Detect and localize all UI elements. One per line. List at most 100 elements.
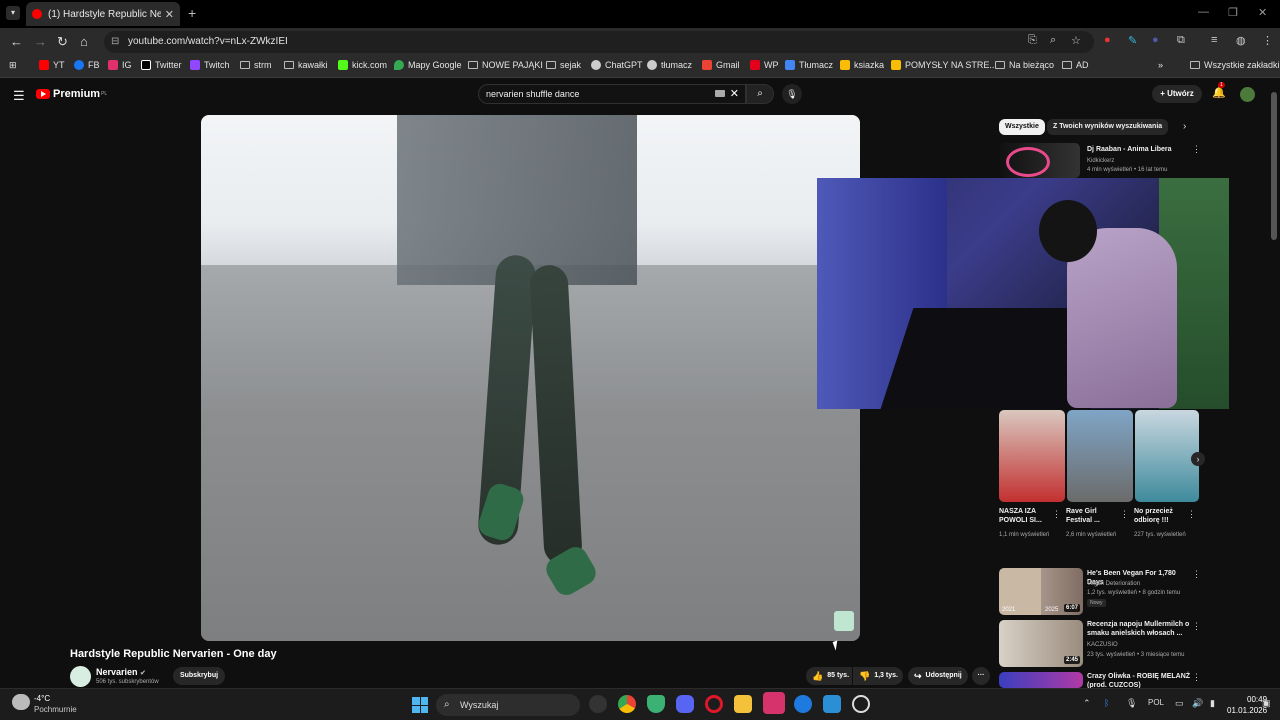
video-thumbnail[interactable]: 2:45 [999,620,1083,667]
microphone-icon[interactable]: 🎙 [1126,698,1137,709]
bookmark-strm[interactable]: strm [240,60,272,70]
youtube-premium-logo[interactable]: Premium PL [36,88,107,100]
profile-icon[interactable]: ◍ [1236,34,1246,47]
bookmark-pomysly[interactable]: POMYSŁY NA STRE... [891,60,997,70]
extension-record-icon[interactable]: ● [1104,34,1111,46]
related-channel[interactable]: Vegan Deterioration [1087,580,1140,588]
clear-search-icon[interactable]: ✕ [730,85,739,103]
browser-menu-icon[interactable]: ⋮ [1262,34,1273,47]
channel-name[interactable]: Nervarien ✔ [96,667,146,677]
battery-icon[interactable]: ▮ [1210,698,1215,709]
more-options-icon[interactable]: ⋮ [1192,144,1201,155]
new-tab-button[interactable]: + [188,5,196,21]
bookmark-yt[interactable]: YT [39,60,65,70]
bookmark-ig[interactable]: IG [108,60,132,70]
notifications-bell-icon[interactable]: 🔔 1 [1212,82,1226,99]
related-channel[interactable]: Kidkickerz [1087,157,1114,165]
account-avatar[interactable] [1240,87,1255,102]
bookmark-kick[interactable]: kick.com [338,60,387,70]
chip-from-search[interactable]: Z Twoich wyników wyszukiwania [1047,119,1169,135]
share-button[interactable]: ↪ Udostępnij [908,667,968,685]
bookmark-chatgpt[interactable]: ChatGPT [591,60,643,70]
bookmark-kawalki[interactable]: kawałki [284,60,328,70]
short-thumbnail[interactable] [1135,410,1199,502]
bookmark-tlumacz[interactable]: Tłumacz [785,60,833,70]
close-window-button[interactable]: ✕ [1258,6,1267,19]
channel-watermark-icon[interactable] [834,611,854,631]
opera-icon[interactable] [705,695,723,713]
more-options-icon[interactable]: ⋮ [1192,672,1201,683]
weather-temperature[interactable]: -4°C [34,694,50,703]
bookmark-fb[interactable]: FB [74,60,100,70]
bookmark-twitch[interactable]: Twitch [190,60,230,70]
more-options-icon[interactable]: ⋮ [1192,621,1201,632]
related-title[interactable]: Recenzja napoju Mullermilch o smaku anie… [1087,620,1191,638]
bookmark-gmail[interactable]: Gmail [702,60,740,70]
extensions-puzzle-icon[interactable]: ⧉ [1177,34,1185,47]
restore-button[interactable]: ❐ [1228,6,1238,19]
video-thumbnail[interactable] [1000,143,1080,178]
minimize-button[interactable]: — [1198,6,1209,18]
taskbar-search[interactable]: ⌕ Wyszukaj [436,694,580,716]
bookmark-ad[interactable]: AD [1062,60,1089,70]
bookmark-ksiazka[interactable]: ksiazka [840,60,884,70]
media-control-icon[interactable]: ≡ [1211,34,1217,46]
install-app-icon[interactable]: ⎘ [1028,34,1037,47]
bookmark-twitter[interactable]: Twitter [141,60,182,70]
url-field[interactable]: ⊟ youtube.com/watch?v=nLx-ZWkzIEI [104,31,1094,53]
shorts-next-icon[interactable]: › [1191,452,1205,466]
bookmark-sejak[interactable]: sejak [546,60,581,70]
bookmark-tlumacz-ai[interactable]: tłumacz [647,60,692,70]
back-button[interactable]: ← [10,34,23,49]
network-icon[interactable]: ▭ [1175,698,1184,709]
related-title[interactable]: Dj Raaban - Anima Libera [1087,145,1172,154]
bluetooth-icon[interactable]: ᛒ [1104,698,1109,708]
file-explorer-icon[interactable] [734,695,752,713]
browser-tab[interactable]: (1) Hardstyle Republic Nervarien ✕ [26,2,180,26]
notepad-icon[interactable] [823,695,841,713]
bookmark-nowe-pajaki[interactable]: NOWE PAJĄKI [468,60,543,70]
shield-app-icon[interactable] [647,695,665,713]
language-indicator[interactable]: POL [1148,698,1164,707]
apps-grid-icon[interactable]: ⊞ [9,60,17,71]
video-thumbnail[interactable]: 2021 2025 6:07 [999,568,1083,615]
bookmark-star-icon[interactable]: ☆ [1071,34,1081,47]
home-button[interactable]: ⌂ [80,34,88,49]
bookmark-wp[interactable]: WP [750,60,779,70]
short-title[interactable]: No przecież odbiorę !!! [1134,507,1186,525]
more-bookmarks-icon[interactable]: » [1158,60,1163,70]
more-options-icon[interactable]: ⋮ [1052,509,1061,520]
like-button[interactable]: 👍 85 tys. [806,667,852,685]
chip-all[interactable]: Wszystkie [999,119,1045,135]
more-options-icon[interactable]: ⋮ [1192,569,1201,580]
weather-cloud-icon[interactable] [12,694,30,710]
video-thumbnail[interactable] [999,672,1083,688]
volume-icon[interactable]: 🔊 [1192,698,1203,709]
voice-search-icon[interactable]: 🎙 [782,84,802,104]
menu-hamburger-icon[interactable]: ☰ [13,88,25,104]
settings-app-icon[interactable] [852,695,870,713]
more-options-icon[interactable]: ⋮ [1120,509,1129,520]
tab-close-icon[interactable]: ✕ [165,8,174,21]
extension-icon[interactable]: ✎ [1128,34,1137,47]
dislike-button[interactable]: 👎 1,3 tys. [853,667,903,685]
all-bookmarks[interactable]: Wszystkie zakładki [1190,60,1280,70]
subscribe-button[interactable]: Subskrybuj [173,667,225,685]
zoom-icon[interactable]: ⌕ [1050,34,1056,47]
extension-circle-icon[interactable]: ● [1152,34,1159,46]
tray-overflow-icon[interactable]: ⌃ [1083,698,1091,709]
cloud-app-icon[interactable] [794,695,812,713]
short-title[interactable]: Rave Girl Festival ... [1066,507,1118,525]
page-scrollbar[interactable] [1271,92,1277,240]
search-button[interactable]: ⌕ [746,84,774,104]
discord-icon[interactable] [676,695,694,713]
forward-button[interactable]: → [34,34,47,49]
short-title[interactable]: NASZA IZA POWOLI SI... [999,507,1051,525]
bookmark-maps[interactable]: Mapy Google [394,60,462,70]
reload-button[interactable]: ↻ [57,34,68,50]
more-actions-button[interactable]: ··· [972,667,990,685]
chrome-icon[interactable] [618,695,636,713]
short-thumbnail[interactable] [999,410,1065,502]
search-input[interactable]: nervarien shuffle dance ✕ [478,84,746,104]
related-channel[interactable]: KACZUSIO [1087,641,1118,649]
